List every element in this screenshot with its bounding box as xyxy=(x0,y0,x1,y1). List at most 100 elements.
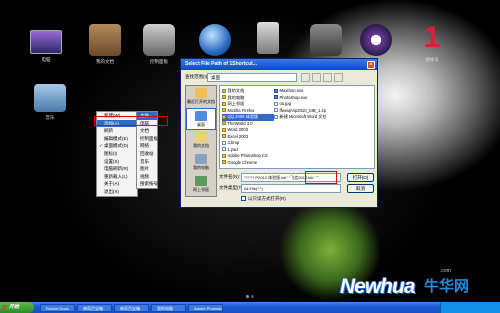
dock-item-control-panel[interactable]: 控制面板 xyxy=(137,24,181,65)
taskbar-task[interactable]: Adobe Photoshop xyxy=(188,303,223,312)
readonly-checkbox-row[interactable]: 以只读方式打开(R) xyxy=(241,196,286,202)
look-in-label: 查找范围(I): xyxy=(185,74,209,79)
dock-label: 控制面板 xyxy=(150,59,168,64)
desktop-icon xyxy=(195,111,207,121)
taskbar-task[interactable]: 神奇百宝箱 xyxy=(77,303,112,312)
file-icon xyxy=(222,153,226,158)
control-panel-icon xyxy=(143,24,175,56)
view-menu-icon[interactable] xyxy=(334,73,343,82)
cancel-button[interactable]: 取消 xyxy=(347,184,374,193)
places-item-label: 桌面 xyxy=(197,122,205,127)
context-menu-item[interactable]: 图标(I) xyxy=(97,150,137,158)
taskbar-task[interactable]: Rocket Dock xyxy=(40,303,75,312)
file-item-label: Maxthon.exe xyxy=(279,88,304,93)
file-item[interactable]: 新建 Microsoft Word 文档.doc xyxy=(274,114,326,121)
number-one-icon: 1 xyxy=(423,21,441,54)
watermark-domain: .com xyxy=(440,268,451,274)
look-in-select[interactable]: 桌面 xyxy=(207,73,297,82)
desktop-item-music[interactable]: 音乐 xyxy=(28,84,72,121)
file-icon xyxy=(222,147,226,151)
new-folder-icon[interactable] xyxy=(323,73,332,82)
readonly-label: 以只读方式打开(R) xyxy=(248,196,286,201)
submenu-item[interactable]: 控制面板 xyxy=(137,135,158,143)
page-dot[interactable] xyxy=(246,295,249,298)
places-item[interactable]: 网上邻居 xyxy=(186,174,216,196)
dock-item-computer[interactable]: 电脑 xyxy=(24,24,68,63)
select-file-dialog: Select File Path of 1Shortcut... × 查找范围(… xyxy=(180,58,378,208)
up-folder-icon[interactable] xyxy=(312,73,321,82)
apps-folder-icon xyxy=(310,24,342,56)
file-item-label: ffweiqiVip2010_SIB_1.zip xyxy=(279,107,327,113)
back-icon[interactable] xyxy=(301,73,310,82)
network-places-icon xyxy=(195,176,207,186)
file-item-label: oo.jpg xyxy=(279,101,291,106)
file-item-label: 网上邻居 xyxy=(227,101,245,106)
submenu-item[interactable]: 视频 xyxy=(137,173,157,181)
file-icon xyxy=(222,95,226,99)
context-menu-item[interactable]: 编辑模式(E) xyxy=(97,135,137,143)
dock-item-network[interactable] xyxy=(193,24,237,56)
file-icon xyxy=(274,88,278,93)
context-menu-item[interactable]: 重新载入(L) xyxy=(97,173,137,181)
file-column: 我的文档 我的电脑 网上邻居 Mozilla Firefox QQ 2009 体验版 Th… xyxy=(222,88,274,166)
file-icon xyxy=(222,108,226,112)
context-menu-item[interactable]: 退出(X) xyxy=(97,188,137,196)
my-computer-icon xyxy=(195,154,207,164)
system-tray xyxy=(440,302,500,313)
places-item-label: 我的电脑 xyxy=(193,165,209,170)
readonly-checkbox[interactable] xyxy=(241,196,246,201)
file-item[interactable]: Google Chrome xyxy=(222,160,274,167)
file-item-label: Word 2003 xyxy=(227,127,248,132)
file-item-label: Photoshop.exe xyxy=(279,94,308,100)
dock-label: 我的文档 xyxy=(96,59,114,64)
dock-label: 电脑 xyxy=(41,57,51,62)
open-button[interactable]: 打开(O) xyxy=(347,173,374,182)
taskbar-task[interactable]: 神奇百宝箱 xyxy=(114,303,149,312)
recycle-bin-icon xyxy=(257,22,279,54)
file-icon xyxy=(222,88,226,93)
page-indicator xyxy=(246,294,256,300)
dock-item-documents[interactable]: 我的文档 xyxy=(83,24,127,65)
start-button[interactable]: 开始 xyxy=(0,302,34,313)
file-item-label: 新建 Microsoft Word 文档.doc xyxy=(279,114,327,119)
music-folder-icon xyxy=(34,84,66,112)
file-column xyxy=(326,88,374,166)
computer-icon xyxy=(30,30,62,54)
checkmark-icon: ✓ xyxy=(99,143,103,149)
dock-item-search-account[interactable]: 1 搜帐号 xyxy=(410,22,454,63)
places-item[interactable]: 桌面 xyxy=(186,108,216,130)
context-menu-item[interactable]: 设置(S) xyxy=(97,158,137,166)
submenu-item[interactable]: 回收站 xyxy=(137,150,157,158)
network-globe-icon xyxy=(199,24,231,56)
start-label: 开始 xyxy=(9,304,20,310)
desktop[interactable]: 电脑 我的文档 控制面板 1 搜帐号 音乐 新建(W) 添加(A) 刷新 编辑模式(E… xyxy=(0,0,500,313)
page-dot[interactable] xyxy=(251,295,254,298)
context-menu-item[interactable]: 刷新 xyxy=(97,127,137,135)
places-item-label: 最近打开的文档 xyxy=(187,99,215,104)
dock-item-recycle-bin[interactable] xyxy=(246,22,290,54)
submenu-item[interactable]: 网络 xyxy=(137,142,157,150)
file-icon xyxy=(222,127,226,132)
places-item[interactable]: 我的文档 xyxy=(186,130,216,152)
submenu-item[interactable]: 搜索按号 xyxy=(137,180,158,188)
file-item-label: 我的电脑 xyxy=(227,94,245,100)
context-menu-item[interactable]: 关于(A) xyxy=(97,180,137,188)
watermark-chinese: 牛华网 xyxy=(424,278,470,295)
dock-item-apps[interactable] xyxy=(304,24,348,56)
places-item[interactable]: 我的电脑 xyxy=(186,152,216,174)
submenu-item[interactable]: 文档 xyxy=(137,127,157,135)
context-menu-item[interactable]: ✓ 桌面模式(D) xyxy=(97,142,137,150)
file-item-label: QQ 2009 体验版 xyxy=(227,114,259,119)
close-button[interactable]: × xyxy=(367,60,375,69)
context-menu-item[interactable]: 电脑刷新(R) xyxy=(97,165,137,173)
look-in-row: 查找范围(I): 桌面 xyxy=(185,73,375,82)
places-item[interactable]: 最近打开的文档 xyxy=(186,86,216,108)
filetype-select[interactable]: All File(*.*) xyxy=(241,184,341,193)
taskbar-task[interactable]: 我的电脑 xyxy=(151,303,186,312)
file-item-label: 我的文档 xyxy=(227,88,245,93)
submenu-item[interactable]: 图片 xyxy=(137,165,157,173)
dock-item-user[interactable] xyxy=(354,24,398,56)
places-item-label: 网上邻居 xyxy=(193,187,209,192)
submenu-item[interactable]: 音乐 xyxy=(137,158,157,166)
file-list[interactable]: 我的文档 我的电脑 网上邻居 Mozilla Firefox QQ 2009 体验版 Th… xyxy=(219,85,375,169)
